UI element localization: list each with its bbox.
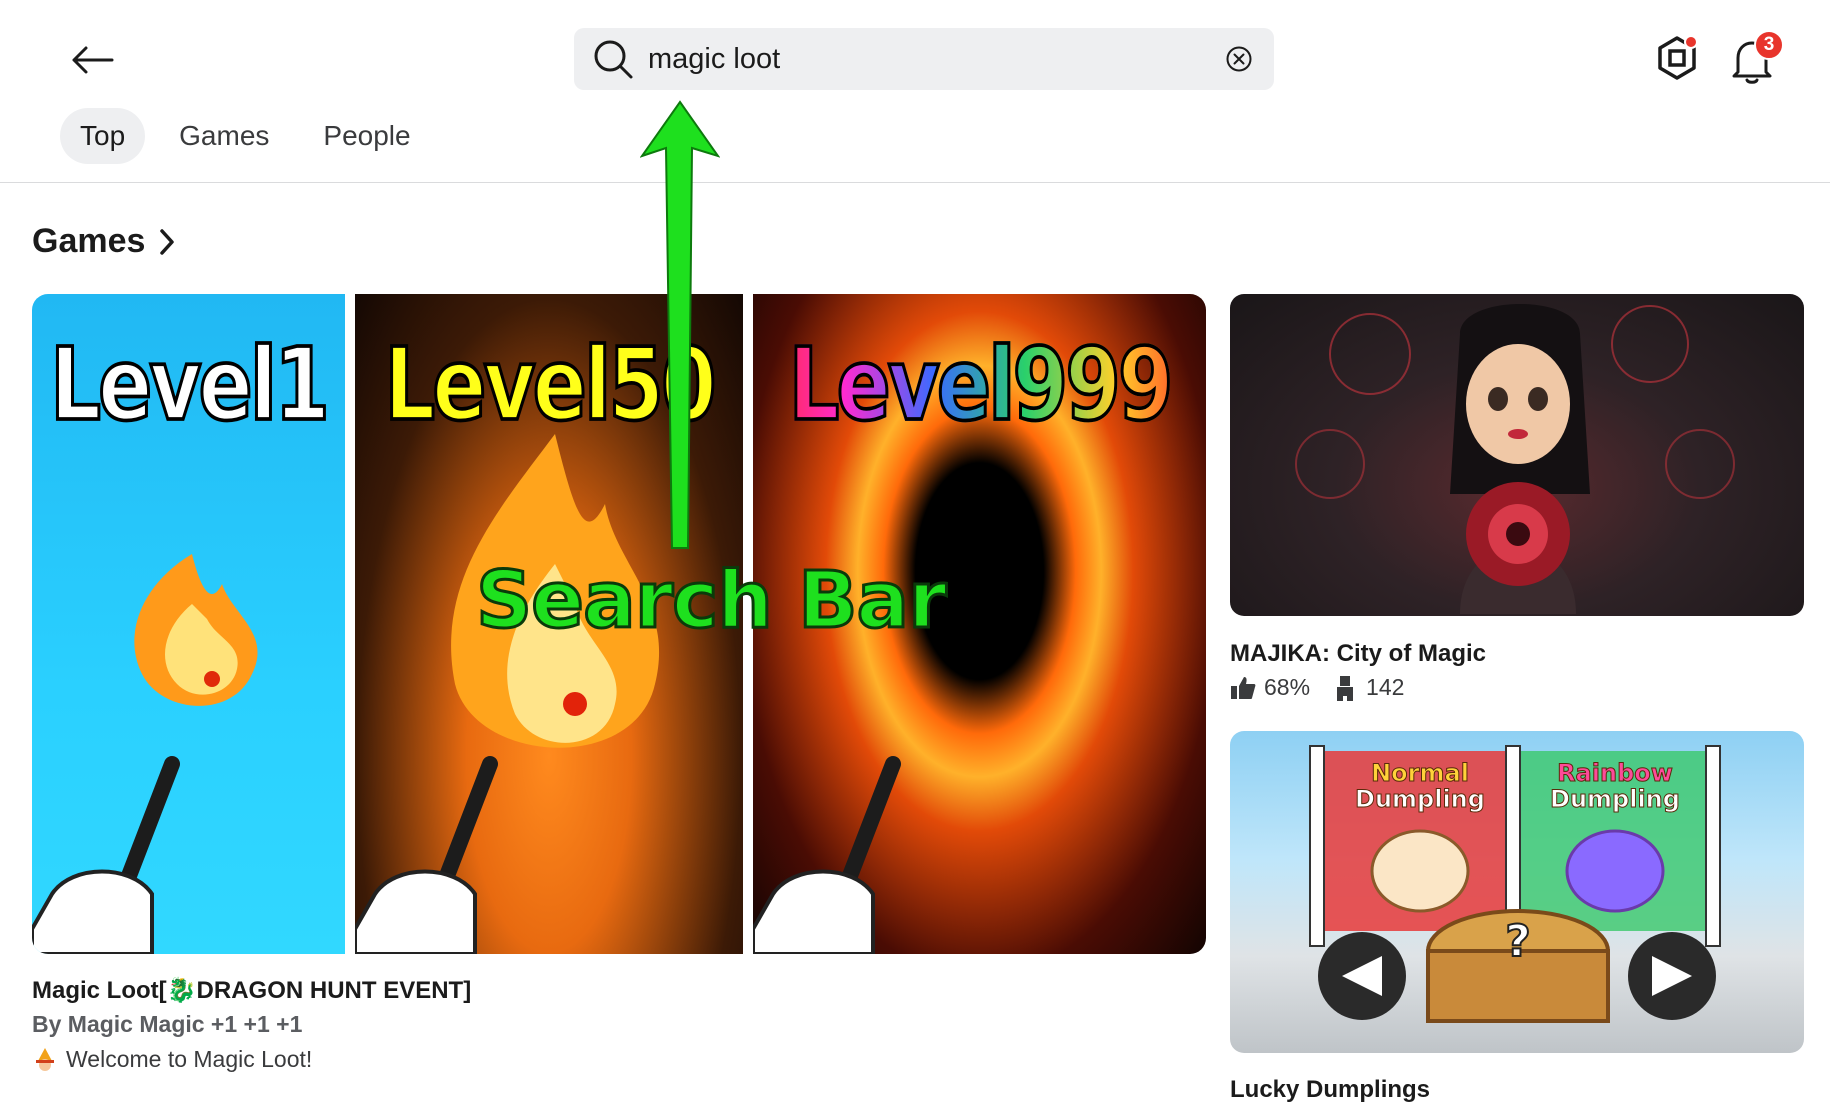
close-circle-icon — [1226, 46, 1252, 72]
annotation-label: Search Bar — [475, 555, 949, 648]
dumpling-label: Dumpling — [1355, 785, 1485, 813]
search-input[interactable] — [648, 42, 1224, 76]
search-icon — [590, 36, 636, 82]
svg-text:?: ? — [1505, 916, 1531, 967]
fireball-icon — [134, 554, 258, 706]
robux-icon — [1658, 35, 1698, 80]
notifications-button[interactable]: 3 — [1728, 30, 1784, 86]
dumplings-artwork: Normal Dumpling Rainbow Dumpling ? — [1309, 745, 1721, 1023]
lucky-dumplings-title[interactable]: Lucky Dumplings — [1230, 1076, 1430, 1104]
wand-hand-icon — [355, 756, 498, 954]
header-divider — [0, 182, 1830, 183]
description-text: Welcome to Magic Loot! — [66, 1046, 313, 1072]
wand-hand-icon — [32, 756, 180, 954]
tab-top[interactable]: Top — [60, 108, 146, 164]
wizard-emoji-icon — [36, 1047, 54, 1071]
thumbnail-text: Level1 — [49, 325, 332, 445]
thumbnail-text: Level999 — [753, 325, 1206, 445]
wand-hand-icon — [753, 756, 901, 954]
normal-label: Normal — [1371, 759, 1469, 787]
rainbow-label: Rainbow — [1557, 759, 1673, 787]
back-arrow-icon — [72, 46, 114, 74]
majika-game-stats: 68% 142 — [1230, 674, 1404, 701]
search-bar[interactable] — [574, 28, 1274, 90]
players-value: 142 — [1366, 674, 1405, 700]
featured-game-creator[interactable]: By Magic Magic +1 +1 +1 — [32, 1011, 302, 1038]
notification-badge: 3 — [1754, 30, 1784, 60]
players-icon — [1337, 675, 1354, 701]
thumbs-up-icon — [1231, 676, 1256, 699]
dumpling-label: Dumpling — [1550, 785, 1680, 813]
back-button[interactable] — [66, 38, 118, 82]
section-title: Games — [32, 222, 146, 260]
majika-artwork — [1295, 304, 1735, 614]
featured-game-description: Welcome to Magic Loot! — [32, 1046, 312, 1073]
level1-panel: Level1 — [32, 294, 345, 954]
robux-button[interactable] — [1653, 34, 1701, 82]
featured-game-title[interactable]: Magic Loot[🐉DRAGON HUNT EVENT] — [32, 976, 471, 1005]
majika-game-thumbnail[interactable] — [1230, 294, 1804, 616]
chevron-right-icon — [160, 228, 175, 255]
lucky-dumplings-thumbnail[interactable]: Normal Dumpling Rainbow Dumpling ? — [1230, 731, 1804, 1053]
clear-search-button[interactable] — [1224, 44, 1254, 74]
annotation-arrow-icon — [640, 100, 720, 549]
tab-people[interactable]: People — [303, 108, 430, 164]
games-section-header[interactable]: Games — [32, 222, 177, 261]
search-filter-tabs: Top Games People — [60, 108, 431, 164]
tab-games[interactable]: Games — [159, 108, 289, 164]
majika-game-title[interactable]: MAJIKA: City of Magic — [1230, 640, 1486, 668]
rating-value: 68% — [1264, 674, 1311, 700]
